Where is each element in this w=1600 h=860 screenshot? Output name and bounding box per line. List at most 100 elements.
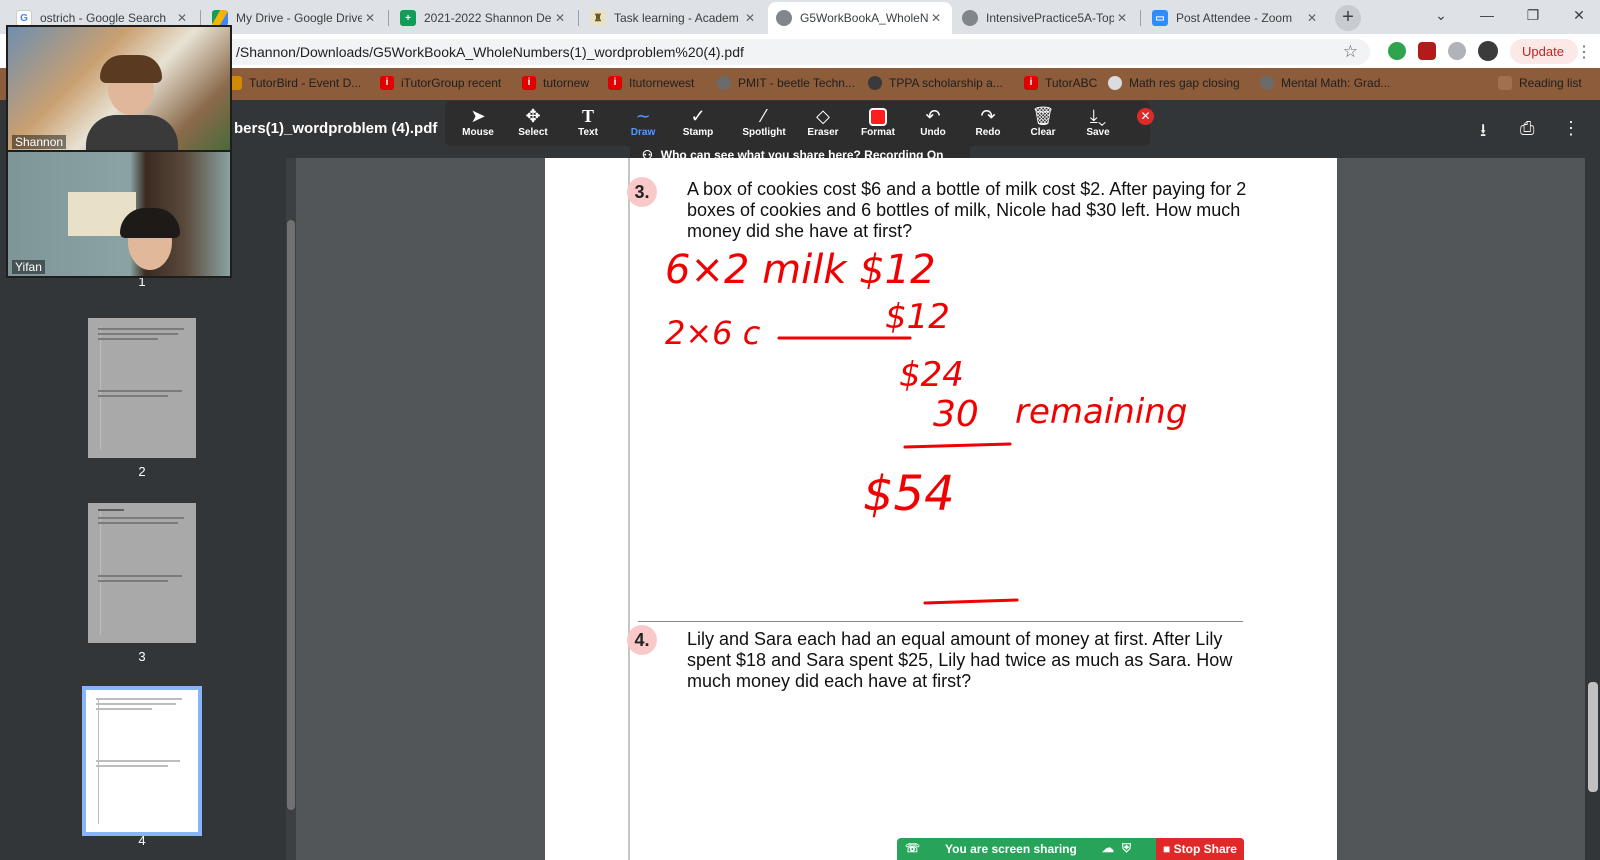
zoom-icon: ▭ [1152,10,1168,26]
bookmark-itutorgroup[interactable]: i iTutorGroup recent [380,76,501,90]
minimize-icon[interactable]: — [1464,0,1510,30]
close-icon[interactable]: ✕ [928,11,944,25]
thumbnail-page-2[interactable] [88,318,196,458]
tool-format[interactable]: Format [850,105,906,138]
profile-avatar[interactable] [1478,41,1498,61]
browser-tab-strip: G ostrich - Google Search ✕ My Drive - G… [0,0,1600,34]
tab-workbook-pdf[interactable]: G5WorkBookA_WholeN ✕ [768,2,952,34]
itutor-icon: i [608,76,622,90]
close-icon[interactable]: ✕ [1114,11,1130,25]
tool-spotlight[interactable]: ⁄ Spotlight [731,105,797,138]
bookmark-pmit[interactable]: PMIT - beetle Techn... [717,76,855,90]
window-close-icon[interactable]: ✕ [1556,0,1600,30]
new-tab-button[interactable]: + [1335,5,1361,31]
tool-select[interactable]: ✥ Select [505,105,561,138]
print-icon[interactable]: ⎙ [1520,118,1534,139]
ink-line-2-value: $12 [885,297,950,337]
close-icon[interactable]: ✕ [1304,11,1320,25]
video-tile-yifan[interactable]: Yifan [6,150,232,278]
download-icon[interactable]: ⭳ [1480,118,1486,148]
tool-draw[interactable]: ∼ Draw [615,105,671,138]
sidebar-scrollbar-thumb[interactable] [287,220,295,810]
tab-task-learning[interactable]: ♜ Task learning - Academ ✕ [582,2,766,34]
handwritten-annotation: 6×2 milk $12 2×6 c $12 $24 30 remaining … [665,247,1187,605]
tool-undo[interactable]: ↶ Undo [905,105,961,138]
close-icon[interactable]: ✕ [362,11,378,25]
tool-clear[interactable]: 🗑 Clear [1015,105,1071,138]
bookmark-tppa[interactable]: TPPA scholarship a... [868,76,1003,90]
draw-icon: ∼ [635,106,651,126]
globe-icon [1260,76,1274,90]
close-icon[interactable]: ✕ [552,11,568,25]
drive-icon [212,10,228,26]
update-button[interactable]: Update [1510,39,1578,64]
reading-list[interactable]: Reading list [1498,76,1582,90]
tab-post-attendee-zoom[interactable]: ▭ Post Attendee - Zoom ✕ [1144,2,1328,34]
close-toolbar-icon[interactable]: ✕ [1137,108,1154,125]
tab-intensive-practice[interactable]: IntensivePractice5A-Top ✕ [954,2,1138,34]
trash-icon: 🗑 [1031,106,1055,126]
share-status: You are screen sharing [945,842,1077,856]
bookmarks-bar: TutorBird - Event D... i iTutorGroup rece… [0,68,1600,100]
thumbnail-page-3[interactable] [88,503,196,643]
extension-icon[interactable] [1388,42,1406,60]
stop-share-button[interactable]: ■ Stop Share [1156,838,1244,860]
tool-save[interactable]: ⤓⌄ Save [1070,105,1126,138]
globe-icon [1108,76,1122,90]
tool-text[interactable]: T Text [560,105,616,138]
tool-mouse[interactable]: ➤ Mouse [450,105,506,138]
video-tile-shannon[interactable]: Shannon [6,25,232,153]
format-swatch-icon [850,105,906,127]
url-text: /Shannon/Downloads/G5WorkBookA_WholeNumb… [236,44,744,60]
ink-line-2: 2×6 c [665,314,761,352]
tool-redo[interactable]: ↷ Redo [960,105,1016,138]
zoom-annotation-toolbar: ➤ Mouse ✥ Select T Text ∼ Draw ✓ Stamp ⁄ Spotl… [445,101,1154,146]
globe-icon [962,10,978,26]
text-line [98,390,182,392]
text-line [96,765,168,767]
tab-separator [1140,10,1141,26]
seal-icon [868,76,882,90]
bookmark-tutorabc[interactable]: i TutorABC [1024,76,1097,90]
bookmark-mental-math[interactable]: Mental Math: Grad... [1260,76,1390,90]
more-options-icon[interactable]: ⋮ [1562,118,1580,139]
thumbnail-page-4[interactable] [82,686,202,836]
bookmark-itutornewest[interactable]: i Itutornewest [608,76,694,90]
text-line [98,509,124,511]
text-line [98,580,168,582]
globe-icon [776,10,792,26]
restore-icon[interactable]: ❐ [1510,0,1556,30]
bookmark-tutorbird[interactable]: TutorBird - Event D... [228,76,361,90]
text-line [96,708,152,710]
bookmark-tutornew[interactable]: i tutornew [522,76,589,90]
tab-separator [578,10,579,26]
participant-name: Shannon [12,135,67,149]
close-icon[interactable]: ✕ [742,11,758,25]
tab-separator [388,10,389,26]
tool-eraser[interactable]: ◇ Eraser [795,105,851,138]
margin-rule [100,511,101,635]
ublock-icon[interactable] [1418,42,1436,60]
tab-shannon-sheet[interactable]: + 2021-2022 Shannon De ✕ [392,2,576,34]
text-line [98,575,182,577]
menu-kebab-icon[interactable]: ⋮ [1576,42,1592,62]
page-scrollbar-thumb[interactable] [1588,682,1598,792]
tool-stamp[interactable]: ✓ Stamp [670,105,726,138]
close-icon[interactable]: ✕ [174,11,190,25]
text-line [96,703,176,705]
shield-icon: ⛨ [1122,841,1132,855]
bookmark-star-icon[interactable]: ☆ [1343,42,1358,62]
stop-icon: ■ [1163,842,1174,856]
ink-subtotal: $24 [899,355,964,395]
tab-separator [200,10,201,26]
undo-icon: ↶ [925,106,941,126]
ink-remaining-label: remaining [1015,392,1187,432]
cloud-icon: ☁ [1102,841,1114,855]
itutor-icon: i [522,76,536,90]
url-bar[interactable]: /Shannon/Downloads/G5WorkBookA_WholeNumb… [220,39,1370,65]
puzzle-icon[interactable] [1448,42,1466,60]
bookmark-math-res[interactable]: Math res gap closing [1108,76,1240,90]
share-icon: ☏ [905,841,921,855]
tab-search-icon[interactable]: ⌄ [1418,0,1464,30]
ink-total: $54 [863,466,955,522]
